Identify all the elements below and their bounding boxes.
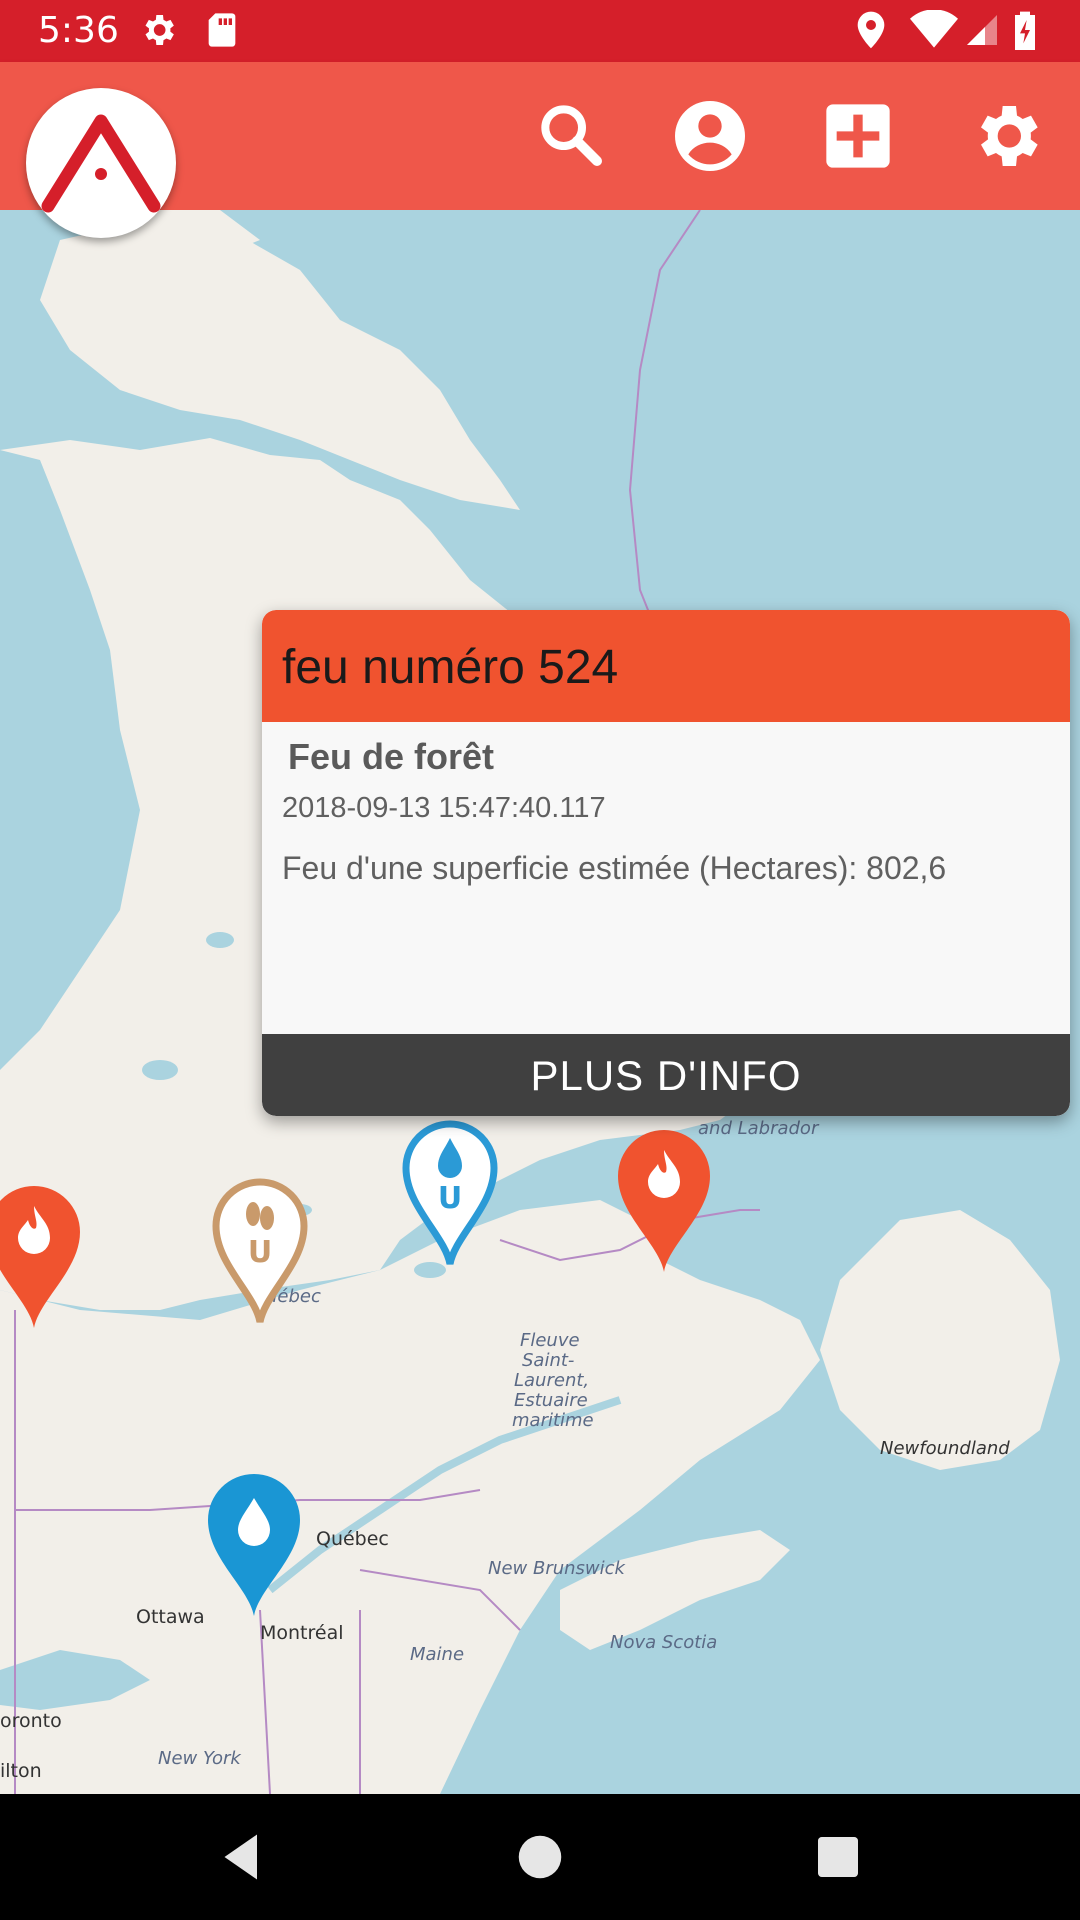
settings-icon[interactable] bbox=[966, 96, 1046, 176]
navigation-bar bbox=[0, 1794, 1080, 1920]
water-unit-marker[interactable]: U bbox=[400, 1116, 500, 1266]
map-label-fleuve: Estuaire bbox=[514, 1390, 588, 1411]
search-icon[interactable] bbox=[532, 96, 612, 176]
svg-text:U: U bbox=[248, 1235, 272, 1270]
map-label-fleuve: maritime bbox=[512, 1410, 594, 1431]
map-water-lake bbox=[142, 1060, 178, 1080]
map-land-anticosti bbox=[620, 1374, 760, 1406]
map-water-lake bbox=[206, 932, 234, 948]
popup-title: feu numéro 524 bbox=[282, 641, 619, 694]
map-label-new-brunswick: New Brunswick bbox=[488, 1558, 625, 1579]
fire-marker[interactable] bbox=[0, 1180, 84, 1330]
popup-type: Feu de forêt bbox=[288, 736, 495, 777]
status-time: 5:36 bbox=[38, 10, 119, 51]
map-label-maine: Maine bbox=[410, 1644, 465, 1665]
recents-icon[interactable] bbox=[808, 1827, 868, 1887]
incident-popup: feu numéro 524 Feu de forêt 2018-09-13 1… bbox=[262, 610, 1070, 1116]
back-icon[interactable] bbox=[212, 1827, 272, 1887]
map-label-fleuve: Fleuve bbox=[520, 1330, 580, 1351]
location-icon bbox=[857, 11, 885, 49]
map-label-fleuve: Saint- bbox=[522, 1350, 575, 1371]
water-marker[interactable] bbox=[204, 1468, 304, 1618]
map-label-quebec-city: Québec bbox=[316, 1528, 389, 1550]
map-land-newfoundland bbox=[820, 1210, 1060, 1470]
sd-card-icon bbox=[208, 13, 236, 47]
account-icon[interactable] bbox=[670, 96, 750, 176]
app-logo[interactable] bbox=[26, 88, 176, 238]
map-label-montreal: Montréal bbox=[260, 1622, 344, 1644]
map-label-nova-scotia: Nova Scotia bbox=[610, 1632, 718, 1653]
more-info-button[interactable]: PLUS D'INFO bbox=[262, 1034, 1070, 1116]
home-icon[interactable] bbox=[510, 1827, 570, 1887]
popup-datetime: 2018-09-13 15:47:40.117 bbox=[282, 792, 606, 824]
wifi-icon bbox=[910, 10, 958, 48]
map-label-newfoundland: Newfoundland bbox=[880, 1438, 1010, 1459]
fire-marker[interactable] bbox=[614, 1124, 714, 1274]
map-label-toronto: oronto bbox=[0, 1710, 62, 1732]
add-box-icon[interactable] bbox=[818, 96, 898, 176]
status-bar: 5:36 bbox=[0, 0, 1080, 62]
svg-text:U: U bbox=[438, 1181, 462, 1216]
settings-icon bbox=[145, 15, 174, 45]
popup-description: Feu d'une superficie estimée (Hectares):… bbox=[282, 850, 947, 886]
map-label-labrador: and Labrador bbox=[698, 1118, 819, 1139]
app-logo-a-icon bbox=[41, 114, 161, 213]
footprint-unit-marker[interactable]: U bbox=[210, 1174, 310, 1324]
battery-charging-icon bbox=[1015, 11, 1035, 50]
map-label-hamilton: ilton bbox=[0, 1760, 42, 1782]
map-label-new-york: New York bbox=[158, 1748, 241, 1769]
map-label-ottawa: Ottawa bbox=[136, 1606, 205, 1628]
signal-icon bbox=[967, 15, 997, 45]
map-label-fleuve: Laurent, bbox=[514, 1370, 590, 1391]
